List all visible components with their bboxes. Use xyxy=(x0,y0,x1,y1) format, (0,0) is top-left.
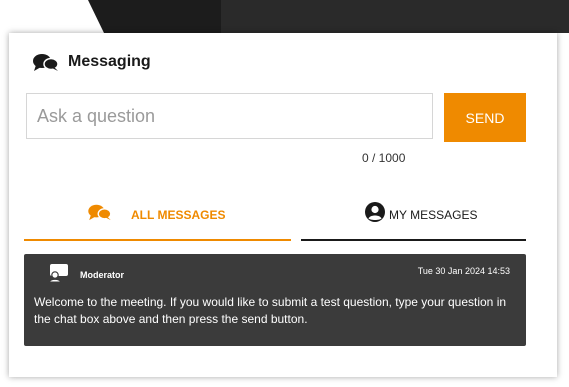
moderator-icon xyxy=(48,263,70,283)
tab-label: ALL MESSAGES xyxy=(131,207,226,222)
panel-header: Messaging xyxy=(32,50,151,74)
character-counter: 0 / 1000 xyxy=(362,151,406,165)
chat-bubbles-icon xyxy=(32,51,60,73)
user-circle-icon xyxy=(364,201,386,228)
tab-my-messages[interactable]: MY MESSAGES xyxy=(301,193,526,241)
messaging-panel: Messaging SEND 0 / 1000 ALL MESSAGES xyxy=(9,33,557,377)
top-banner xyxy=(0,0,569,33)
message-timestamp: Tue 30 Jan 2024 14:53 xyxy=(417,266,510,276)
chat-bubbles-icon xyxy=(87,203,113,226)
tab-all-messages[interactable]: ALL MESSAGES xyxy=(24,193,291,241)
message-author: Moderator xyxy=(80,270,125,280)
send-button[interactable]: SEND xyxy=(444,93,526,142)
message-text: Welcome to the meeting. If you would lik… xyxy=(34,295,507,326)
panel-title: Messaging xyxy=(68,53,151,70)
tab-label: MY MESSAGES xyxy=(389,207,478,222)
message-item: Moderator Tue 30 Jan 2024 14:53 Welcome … xyxy=(24,254,526,346)
question-input[interactable] xyxy=(26,93,433,139)
